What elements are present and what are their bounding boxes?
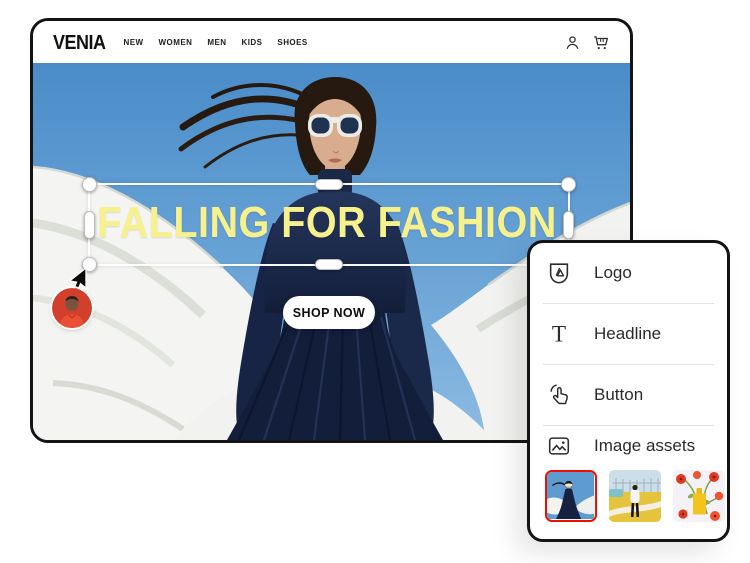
shop-now-button[interactable]: SHOP NOW <box>283 296 375 329</box>
brand-logo[interactable]: VENIA <box>53 30 106 54</box>
selection-handle-bottom-center[interactable] <box>315 259 343 270</box>
selection-handle-top-left[interactable] <box>82 177 97 192</box>
selection-handle-middle-left[interactable] <box>84 211 95 239</box>
panel-item-label: Logo <box>594 263 632 283</box>
asset-thumbnail-flowers[interactable] <box>673 470 725 522</box>
nav-item-women[interactable]: WOMEN <box>159 38 193 47</box>
panel-item-label: Button <box>594 385 643 405</box>
panel-item-button[interactable]: Button <box>530 365 727 425</box>
asset-thumbnails <box>530 466 727 522</box>
button-tap-icon <box>545 381 573 409</box>
asset-thumbnail-poolside[interactable] <box>609 470 661 522</box>
user-icon[interactable] <box>564 34 581 51</box>
selection-box[interactable] <box>88 183 570 266</box>
panel-item-headline[interactable]: T Headline <box>530 304 727 364</box>
nav-item-new[interactable]: NEW <box>124 38 144 47</box>
selection-handle-top-right[interactable] <box>561 177 576 192</box>
panel-item-logo[interactable]: Logo <box>530 243 727 303</box>
asset-thumbnail-fashion[interactable] <box>545 470 597 522</box>
storefront-navbar: VENIA NEW WOMEN MEN KIDS SHOES <box>33 21 630 63</box>
nav-menu: NEW WOMEN MEN KIDS SHOES <box>124 38 308 47</box>
nav-utility-icons <box>564 34 610 51</box>
panel-item-label: Headline <box>594 324 661 344</box>
cart-icon[interactable] <box>592 34 610 51</box>
nav-item-kids[interactable]: KIDS <box>241 38 262 47</box>
svg-text:T: T <box>552 321 566 347</box>
panel-item-label: Image assets <box>594 436 695 456</box>
logo-badge-icon <box>545 259 573 287</box>
selection-handle-top-center[interactable] <box>315 179 343 190</box>
collaborator-avatar <box>52 288 92 328</box>
selection-handle-middle-right[interactable] <box>563 211 574 239</box>
headline-text-icon: T <box>545 320 573 348</box>
panel-item-image-assets[interactable]: Image assets <box>530 426 727 466</box>
nav-item-men[interactable]: MEN <box>207 38 226 47</box>
components-panel: Logo T Headline Button Image asse <box>527 240 730 542</box>
image-assets-icon <box>545 432 573 460</box>
nav-item-shoes[interactable]: SHOES <box>277 38 307 47</box>
